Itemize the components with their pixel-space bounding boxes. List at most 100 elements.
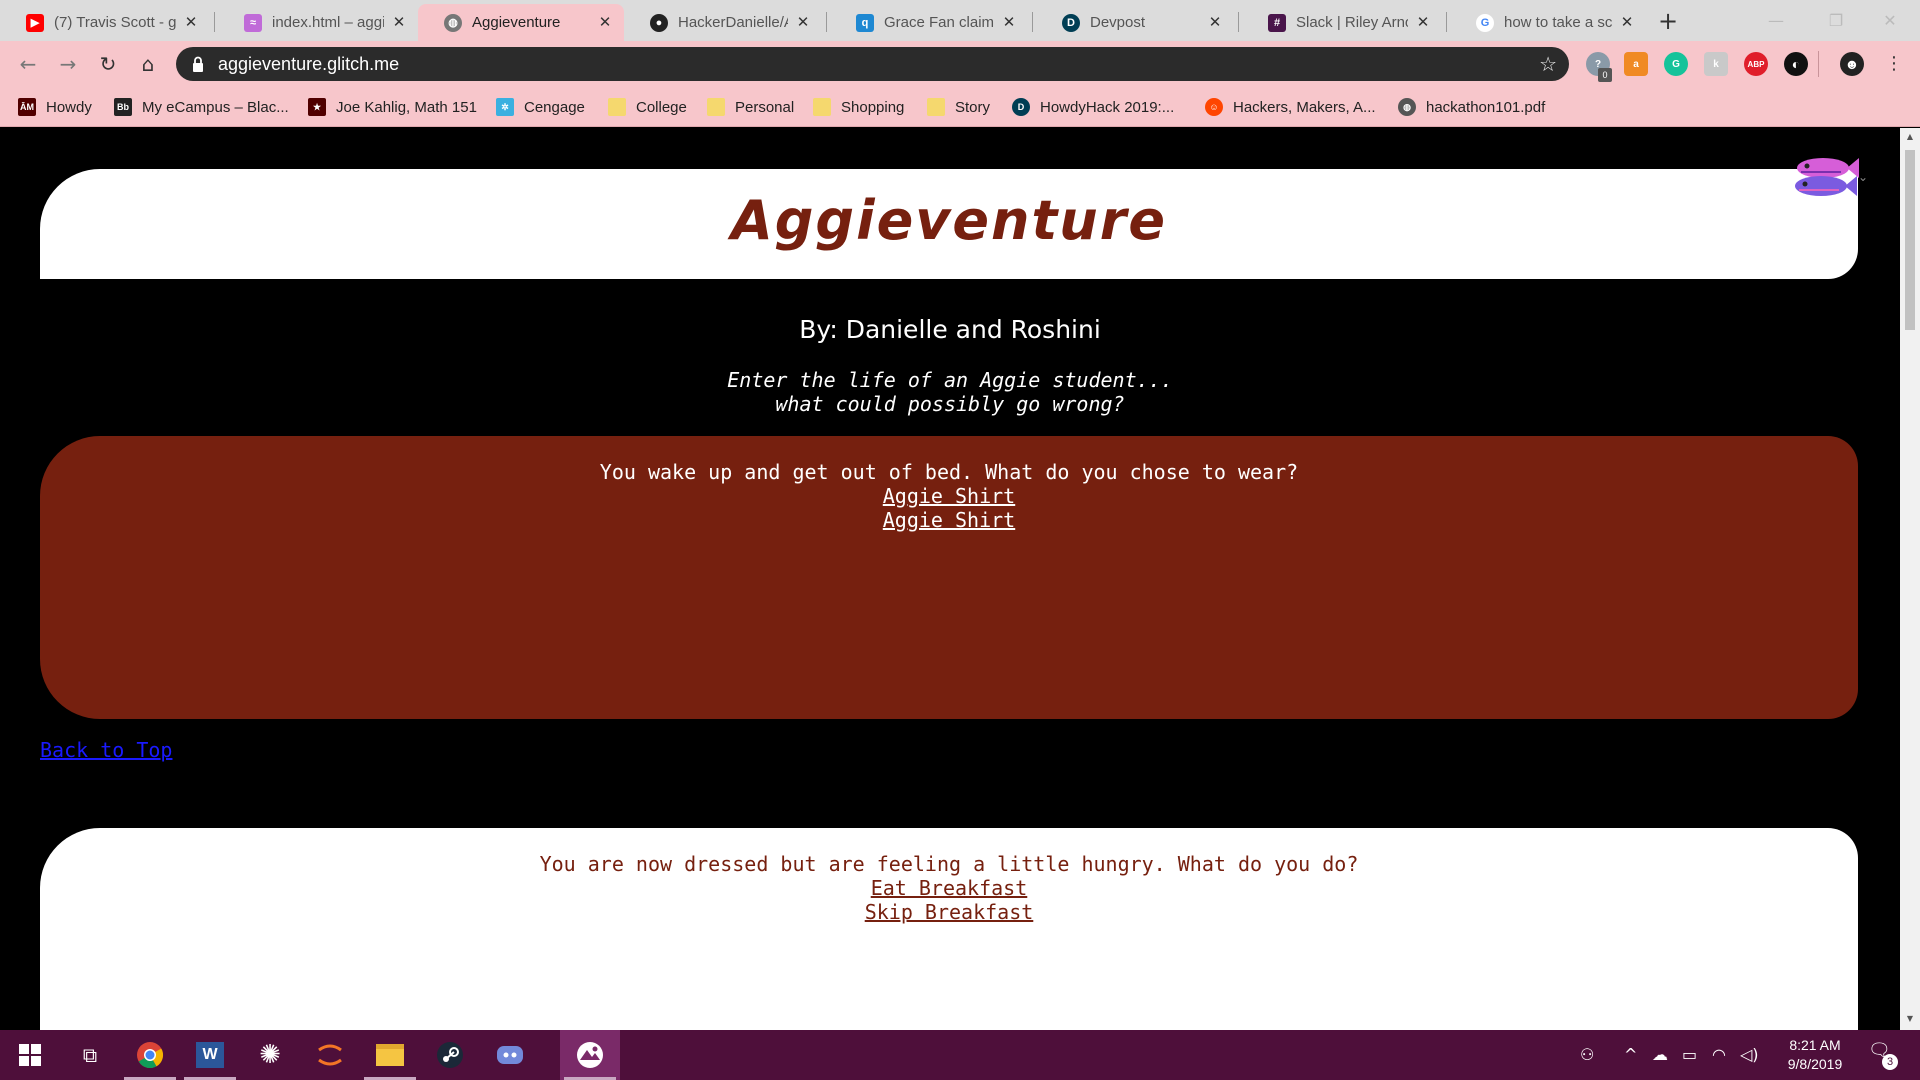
bookmark-ecampus[interactable]: Bb My eCampus – Blac... — [114, 95, 289, 119]
tab-separator — [1446, 12, 1447, 32]
close-icon[interactable]: ✕ — [182, 14, 200, 32]
new-tab-button[interactable]: + — [1655, 8, 1681, 34]
bookmark-label: College — [636, 98, 687, 116]
tab-devpost[interactable]: D Devpost ✕ — [1036, 4, 1234, 41]
bookmark-label: Cengage — [524, 98, 585, 116]
tab-title: (7) Travis Scott - goosebumps — [54, 14, 176, 31]
bookmark-label: Joe Kahlig, Math 151 — [336, 98, 477, 116]
people-icon[interactable]: ⚇ — [1580, 1045, 1594, 1064]
file-explorer-icon[interactable] — [360, 1030, 420, 1080]
bookmark-label: hackathon101.pdf — [1426, 98, 1546, 116]
profile-avatar-icon[interactable]: ☻ — [1840, 52, 1864, 76]
battery-icon[interactable]: ▭ — [1682, 1045, 1697, 1064]
bookmark-folder-college[interactable]: College — [608, 95, 687, 119]
glitch-app-icon[interactable] — [560, 1030, 620, 1080]
extension-label: ◐ — [1791, 56, 1801, 72]
tamu-star-icon: ★ — [308, 98, 326, 116]
tab-youtube[interactable]: ▶ (7) Travis Scott - goosebumps ✕ — [0, 4, 210, 41]
scene-1-prompt: You wake up and get out of bed. What do … — [599, 460, 1299, 484]
glitch-fish-icon[interactable] — [1789, 152, 1859, 202]
extension-label: k — [1713, 58, 1719, 70]
chevron-up-icon[interactable]: ^ — [1624, 1045, 1637, 1064]
close-icon[interactable]: ✕ — [596, 14, 614, 32]
system-clock[interactable]: 8:21 AM 9/8/2019 — [1770, 1036, 1860, 1074]
tab-title: Grace Fan claimed — [884, 14, 994, 31]
jupyter-icon[interactable] — [300, 1030, 360, 1080]
close-icon[interactable]: ✕ — [390, 14, 408, 32]
byline: By: Danielle and Roshini — [799, 315, 1101, 344]
word-icon[interactable]: W — [180, 1030, 240, 1080]
menu-kebab-icon[interactable]: ⋮ — [1880, 50, 1908, 78]
tab-strip: ▶ (7) Travis Scott - goosebumps ✕ ≈ inde… — [0, 0, 1920, 41]
tab-title: Slack | Riley Arnold — [1296, 14, 1408, 31]
bookmark-folder-shopping[interactable]: Shopping — [813, 95, 904, 119]
tamu-icon: ĀM — [18, 98, 36, 116]
start-icon[interactable] — [0, 1030, 60, 1080]
bookmark-reddit-hackers[interactable]: ☺ Hackers, Makers, A... — [1205, 95, 1376, 119]
spiderweb-app-icon[interactable]: ✺ — [240, 1030, 300, 1080]
choice-aggie-shirt-2[interactable]: Aggie Shirt — [40, 508, 1858, 532]
grammarly-icon[interactable]: G — [1664, 52, 1688, 76]
close-icon[interactable]: ✕ — [1414, 14, 1432, 32]
scroll-thumb[interactable] — [1905, 150, 1915, 330]
volume-icon[interactable]: ◁) — [1740, 1045, 1759, 1064]
bookmark-howdy[interactable]: ĀM Howdy — [18, 95, 92, 119]
restore-icon[interactable]: ❐ — [1806, 0, 1866, 41]
back-to-top-link[interactable]: Back to Top — [40, 738, 172, 762]
devpost-icon: D — [1012, 98, 1030, 116]
discord-icon[interactable] — [480, 1030, 540, 1080]
steam-icon[interactable] — [420, 1030, 480, 1080]
tab-aggieventure[interactable]: ◍ Aggieventure ✕ — [418, 4, 624, 41]
choice-skip-breakfast[interactable]: Skip Breakfast — [40, 900, 1858, 924]
wifi-icon[interactable]: ◠ — [1712, 1045, 1726, 1064]
page-title: Aggieventure — [730, 189, 1167, 252]
bookmark-math-151[interactable]: ★ Joe Kahlig, Math 151 — [308, 95, 477, 119]
chrome-icon[interactable] — [120, 1030, 180, 1080]
bookmark-howdyhack[interactable]: D HowdyHack 2019:... — [1012, 95, 1174, 119]
shopping-extension-icon[interactable]: a — [1624, 52, 1648, 76]
tab-google-search[interactable]: G how to take a screenshot ✕ — [1450, 4, 1646, 41]
minimize-icon[interactable]: — — [1746, 0, 1806, 41]
scroll-up-icon[interactable]: ▲ — [1905, 132, 1915, 142]
close-icon[interactable]: ✕ — [794, 14, 812, 32]
reload-icon[interactable]: ↻ — [94, 50, 122, 78]
bookmark-cengage[interactable]: ✲ Cengage — [496, 95, 585, 119]
onedrive-cloud-icon[interactable]: ☁ — [1652, 1045, 1668, 1064]
close-icon[interactable]: ✕ — [1000, 14, 1018, 32]
youtube-icon: ▶ — [26, 13, 44, 32]
forward-arrow-icon[interactable]: → — [54, 50, 82, 78]
adblock-icon[interactable]: ABP — [1744, 52, 1768, 76]
choice-eat-breakfast[interactable]: Eat Breakfast — [40, 876, 1858, 900]
close-icon[interactable]: ✕ — [1618, 14, 1636, 32]
globe-icon: ◍ — [444, 13, 462, 32]
page-scrollbar[interactable]: ▲ ▼ — [1900, 128, 1920, 1030]
tab-slack[interactable]: # Slack | Riley Arnold ✕ — [1242, 4, 1442, 41]
extension-label: ☻ — [1844, 56, 1860, 72]
bookmark-folder-story[interactable]: Story — [927, 95, 990, 119]
back-arrow-icon[interactable]: ← — [14, 50, 42, 78]
scene-1-box: You wake up and get out of bed. What do … — [40, 436, 1858, 719]
window-close-icon[interactable]: ✕ — [1860, 0, 1920, 41]
tab-separator — [1032, 12, 1033, 32]
slack-icon: # — [1268, 13, 1286, 32]
tab-github[interactable]: ● HackerDanielle/Aggieventure ✕ — [624, 4, 822, 41]
dark-mode-icon[interactable]: ◐ — [1784, 52, 1808, 76]
bookmark-star-icon[interactable]: ☆ — [1539, 52, 1557, 76]
tab-title: Aggieventure — [472, 14, 561, 31]
task-view-icon[interactable]: ⧉ — [60, 1030, 120, 1080]
choice-aggie-shirt-1[interactable]: Aggie Shirt — [40, 484, 1858, 508]
home-icon[interactable]: ⌂ — [134, 50, 162, 78]
puzzle-extension-icon[interactable]: k — [1704, 52, 1728, 76]
tab-quip[interactable]: q Grace Fan claimed ✕ — [830, 4, 1028, 41]
tab-glitch-editor[interactable]: ≈ index.html – aggieventure ✕ — [218, 4, 418, 41]
address-bar[interactable]: aggieventure.glitch.me ☆ — [176, 47, 1569, 81]
scene-2-content: You are now dressed but are feeling a li… — [40, 852, 1858, 924]
bookmark-folder-personal[interactable]: Personal — [707, 95, 794, 119]
close-icon[interactable]: ✕ — [1206, 14, 1224, 32]
folder-icon — [608, 98, 626, 116]
bookmark-hackathon101[interactable]: ◍ hackathon101.pdf — [1398, 95, 1545, 119]
notification-center-icon[interactable]: 🗨 3 — [1868, 1040, 1898, 1070]
folder-icon — [813, 98, 831, 116]
chevron-down-icon[interactable]: ⌄ — [1858, 170, 1868, 184]
scroll-down-icon[interactable]: ▼ — [1905, 1014, 1915, 1024]
